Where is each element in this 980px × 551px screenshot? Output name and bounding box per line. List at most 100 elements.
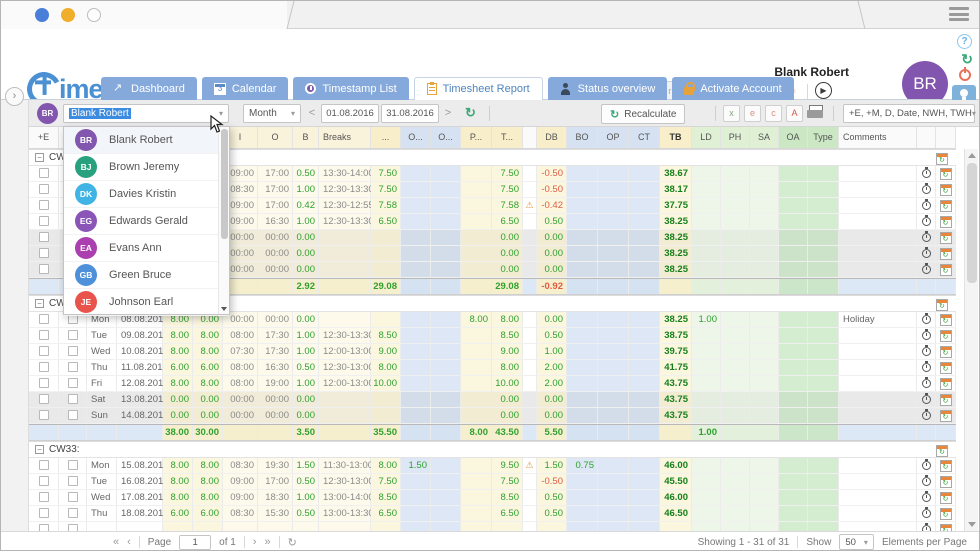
row-checkbox[interactable] xyxy=(68,410,78,420)
column-header-op[interactable]: OP xyxy=(598,127,629,148)
reload-period-icon[interactable]: ↻ xyxy=(465,105,476,121)
column-header-act1[interactable] xyxy=(917,127,936,148)
stopwatch-icon[interactable] xyxy=(922,169,931,178)
column-header-oa[interactable]: OA xyxy=(779,127,808,148)
export-day-icon[interactable] xyxy=(940,330,952,342)
export-day-icon[interactable] xyxy=(940,492,952,504)
stopwatch-icon[interactable] xyxy=(922,379,931,388)
stopwatch-icon[interactable] xyxy=(922,185,931,194)
column-header-o-[interactable]: O... xyxy=(401,127,431,148)
row-checkbox[interactable] xyxy=(39,346,49,356)
stopwatch-icon[interactable] xyxy=(922,315,931,324)
column-header--e[interactable]: +E xyxy=(29,127,59,148)
column-header-comments[interactable]: Comments xyxy=(839,127,917,148)
window-close-button[interactable] xyxy=(35,8,49,22)
stopwatch-icon[interactable] xyxy=(922,477,931,486)
export-day-icon[interactable] xyxy=(940,264,952,276)
date-from-input[interactable]: 01.08.2016 xyxy=(321,104,379,123)
stopwatch-icon[interactable] xyxy=(922,249,931,258)
export-day-icon[interactable] xyxy=(940,508,952,520)
row-checkbox[interactable] xyxy=(68,460,78,470)
column-header-o[interactable]: O xyxy=(258,127,293,148)
row-checkbox[interactable] xyxy=(68,362,78,372)
row-checkbox[interactable] xyxy=(39,314,49,324)
stopwatch-icon[interactable] xyxy=(922,395,931,404)
column-header-b[interactable]: B xyxy=(293,127,319,148)
column-header-bo[interactable]: BO xyxy=(567,127,598,148)
play-button[interactable]: ▶ xyxy=(815,82,832,99)
row-checkbox[interactable] xyxy=(39,168,49,178)
column-header-breaks[interactable]: Breaks xyxy=(319,127,371,148)
export-day-icon[interactable] xyxy=(940,346,952,358)
visible-columns-select[interactable]: +E, +M, D, Date, NWH, TWH ▾ xyxy=(843,104,975,123)
dropdown-item-johnson-earl[interactable]: JEJohnson Earl xyxy=(64,289,229,316)
next-page-button[interactable]: › xyxy=(253,536,257,548)
scrollbar-thumb[interactable] xyxy=(221,129,228,239)
row-checkbox[interactable] xyxy=(68,492,78,502)
export-day-icon[interactable] xyxy=(940,216,952,228)
column-header-type[interactable]: Type xyxy=(808,127,839,148)
export-day-icon[interactable] xyxy=(940,200,952,212)
column-header-db[interactable]: DB xyxy=(537,127,567,148)
row-checkbox[interactable] xyxy=(39,378,49,388)
export-day-icon[interactable] xyxy=(940,394,952,406)
tab-status-overview[interactable]: Status overview xyxy=(548,77,668,100)
stopwatch-icon[interactable] xyxy=(922,363,931,372)
collapse-icon[interactable]: − xyxy=(35,153,44,162)
date-to-input[interactable]: 31.08.2016 xyxy=(381,104,439,123)
power-icon[interactable] xyxy=(959,69,971,81)
row-checkbox[interactable] xyxy=(39,200,49,210)
dropdown-item-green-bruce[interactable]: GBGreen Bruce xyxy=(64,262,229,289)
column-header-act2[interactable] xyxy=(936,127,956,148)
row-checkbox[interactable] xyxy=(39,362,49,372)
column-header-warn[interactable] xyxy=(523,127,537,148)
print-icon[interactable] xyxy=(807,105,825,122)
row-checkbox[interactable] xyxy=(39,394,49,404)
column-header--[interactable]: ... xyxy=(371,127,401,148)
row-checkbox[interactable] xyxy=(39,232,49,242)
scroll-up-icon[interactable] xyxy=(968,153,976,158)
row-checkbox[interactable] xyxy=(68,346,78,356)
chevron-down-icon[interactable]: ▾ xyxy=(972,109,976,118)
stopwatch-icon[interactable] xyxy=(922,233,931,242)
previous-page-button[interactable]: ‹ xyxy=(127,536,131,548)
row-checkbox[interactable] xyxy=(39,508,49,518)
export-e-button[interactable]: e xyxy=(744,105,761,122)
scrollbar-thumb[interactable] xyxy=(967,163,977,283)
tab-timestamp-list[interactable]: Timestamp List xyxy=(293,77,408,100)
row-checkbox[interactable] xyxy=(39,184,49,194)
scroll-down-icon[interactable] xyxy=(968,522,976,527)
export-day-icon[interactable] xyxy=(940,476,952,488)
export-day-icon[interactable] xyxy=(940,524,952,531)
column-header-ct[interactable]: CT xyxy=(629,127,660,148)
export-day-icon[interactable] xyxy=(940,410,952,422)
chevron-down-icon[interactable]: ▾ xyxy=(291,109,295,118)
stopwatch-icon[interactable] xyxy=(922,347,931,356)
row-checkbox[interactable] xyxy=(39,264,49,274)
stopwatch-icon[interactable] xyxy=(922,201,931,210)
tab-activate-account[interactable]: Activate Account xyxy=(672,77,793,100)
recalculate-button[interactable]: ↻ Recalculate xyxy=(601,104,685,124)
scroll-down-icon[interactable] xyxy=(221,307,227,311)
export-day-icon[interactable] xyxy=(940,314,952,326)
export-xls-button[interactable]: x xyxy=(723,105,740,122)
menu-icon[interactable] xyxy=(949,7,969,23)
row-checkbox[interactable] xyxy=(39,216,49,226)
row-checkbox[interactable] xyxy=(68,330,78,340)
column-header-o-[interactable]: O... xyxy=(431,127,461,148)
row-checkbox[interactable] xyxy=(68,524,78,531)
last-page-button[interactable]: » xyxy=(265,536,271,548)
row-checkbox[interactable] xyxy=(39,476,49,486)
row-checkbox[interactable] xyxy=(68,508,78,518)
stopwatch-icon[interactable] xyxy=(922,411,931,420)
row-checkbox[interactable] xyxy=(68,394,78,404)
period-mode-select[interactable]: Month ▾ xyxy=(243,104,301,123)
dropdown-scrollbar[interactable] xyxy=(218,127,229,314)
export-day-icon[interactable] xyxy=(940,232,952,244)
refresh-icon[interactable]: ↻ xyxy=(961,51,973,68)
stopwatch-icon[interactable] xyxy=(922,217,931,226)
refresh-page-icon[interactable]: ↻ xyxy=(288,536,297,549)
export-day-icon[interactable] xyxy=(940,378,952,390)
window-minimize-button[interactable] xyxy=(61,8,75,22)
help-icon[interactable]: ? xyxy=(957,34,972,49)
